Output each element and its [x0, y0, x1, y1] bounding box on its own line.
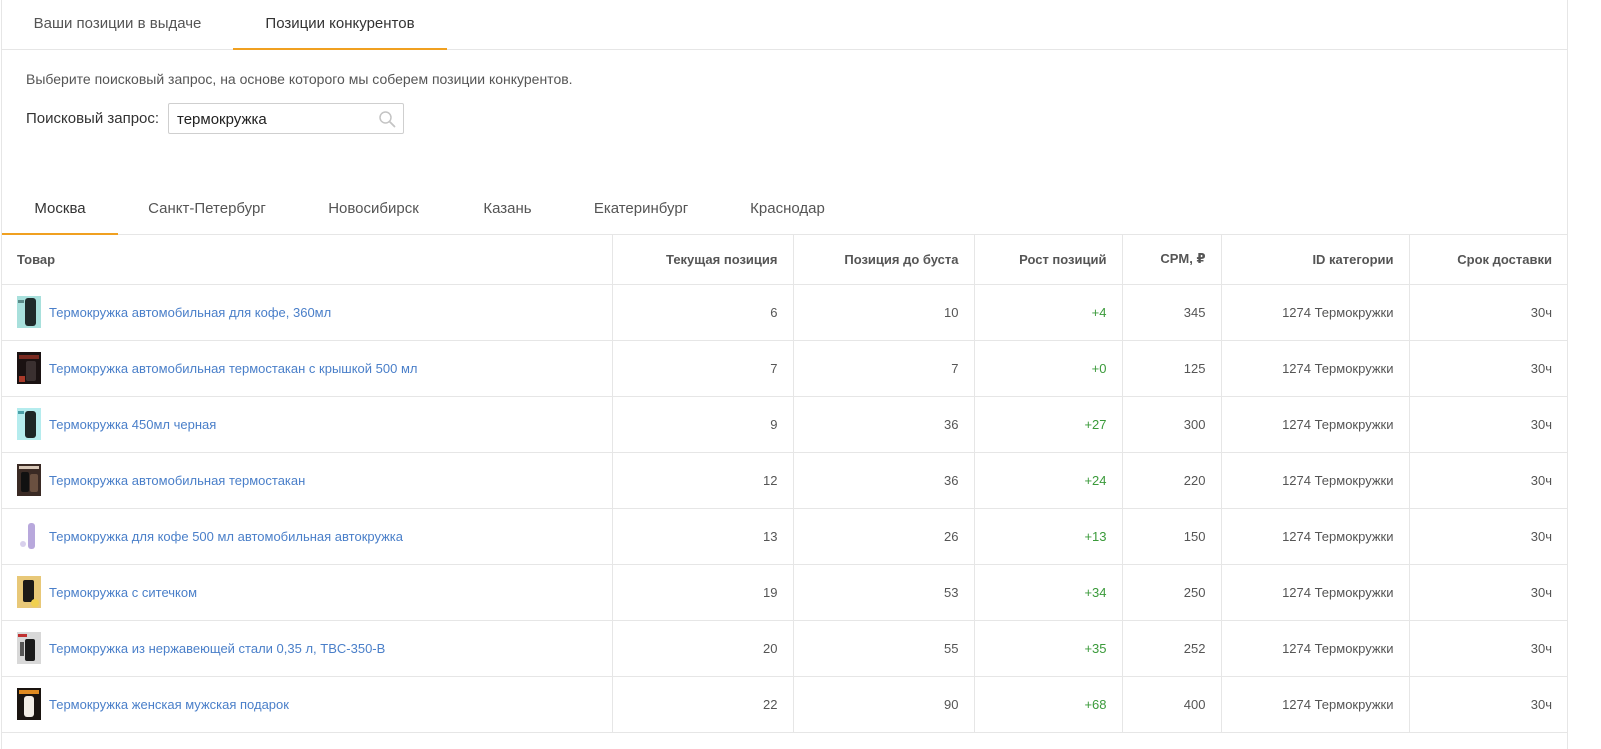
tab-city-saint-petersburg[interactable]: Санкт-Петербург — [118, 185, 296, 235]
panel: Ваши позиции в выдаче Позиции конкуренто… — [1, 0, 1568, 749]
table-row: Термокружка с ситечком 19 53 +34 250 127… — [2, 564, 1567, 621]
column-header-cpm[interactable]: CPM, ₽ — [1122, 235, 1222, 285]
delivery-time-cell: 30ч — [1409, 676, 1567, 733]
position-growth-cell: +0 — [974, 340, 1123, 397]
tab-city-krasnodar[interactable]: Краснодар — [718, 185, 857, 235]
current-position-cell: 6 — [612, 284, 794, 341]
product-thumbnail[interactable] — [17, 632, 41, 664]
cpm-cell: 150 — [1122, 508, 1222, 565]
position-growth-cell: +68 — [974, 676, 1123, 733]
delivery-time-cell: 30ч — [1409, 340, 1567, 397]
current-position-cell: 9 — [612, 396, 794, 453]
delivery-time-cell: 30ч — [1409, 564, 1567, 621]
delivery-time-cell: 30ч — [1409, 508, 1567, 565]
product-link[interactable]: Термокружка для кофе 500 мл автомобильна… — [49, 529, 403, 544]
cpm-cell: 345 — [1122, 284, 1222, 341]
product-thumbnail[interactable] — [17, 464, 41, 496]
position-before-boost-cell: 36 — [793, 396, 975, 453]
current-position-cell: 12 — [612, 452, 794, 509]
category-id-cell: 1274 Термокружки — [1221, 340, 1410, 397]
delivery-time-cell: 30ч — [1409, 452, 1567, 509]
category-id-cell: 1274 Термокружки — [1221, 452, 1410, 509]
column-header-delivery-time[interactable]: Срок доставки — [1409, 235, 1567, 285]
search-box — [168, 103, 404, 134]
search-input[interactable] — [177, 108, 377, 130]
table-header-row: Товар Текущая позиция Позиция до буста Р… — [2, 235, 1567, 285]
cpm-cell: 252 — [1122, 620, 1222, 677]
search-icon[interactable] — [378, 110, 396, 128]
table-row: Термокружка женская мужская подарок 22 9… — [2, 676, 1567, 733]
competitors-table: Товар Текущая позиция Позиция до буста Р… — [2, 235, 1567, 733]
cpm-cell: 300 — [1122, 396, 1222, 453]
product-link[interactable]: Термокружка женская мужская подарок — [49, 697, 289, 712]
column-header-product[interactable]: Товар — [2, 235, 613, 285]
product-link[interactable]: Термокружка автомобильная для кофе, 360м… — [49, 305, 331, 320]
current-position-cell: 20 — [612, 620, 794, 677]
search-query-label: Поисковый запрос: — [26, 110, 160, 127]
product-thumbnail[interactable] — [17, 296, 41, 328]
delivery-time-cell: 30ч — [1409, 396, 1567, 453]
cpm-cell: 220 — [1122, 452, 1222, 509]
tab-city-novosibirsk[interactable]: Новосибирск — [296, 185, 451, 235]
product-thumbnail[interactable] — [17, 576, 41, 608]
position-growth-cell: +4 — [974, 284, 1123, 341]
product-link[interactable]: Термокружка автомобильная термостакан с … — [49, 361, 417, 376]
position-before-boost-cell: 55 — [793, 620, 975, 677]
hint-text: Выберите поисковый запрос, на основе кот… — [26, 71, 573, 87]
current-position-cell: 13 — [612, 508, 794, 565]
product-link[interactable]: Термокружка автомобильная термостакан — [49, 473, 305, 488]
product-thumbnail[interactable] — [17, 352, 41, 384]
current-position-cell: 19 — [612, 564, 794, 621]
cpm-cell: 400 — [1122, 676, 1222, 733]
category-id-cell: 1274 Термокружки — [1221, 676, 1410, 733]
position-growth-cell: +34 — [974, 564, 1123, 621]
delivery-time-cell: 30ч — [1409, 284, 1567, 341]
column-header-category-id[interactable]: ID категории — [1221, 235, 1410, 285]
tab-city-yekaterinburg[interactable]: Екатеринбург — [564, 185, 718, 235]
table-row: Термокружка автомобильная для кофе, 360м… — [2, 284, 1567, 341]
product-thumbnail[interactable] — [17, 408, 41, 440]
table-row: Термокружка автомобильная термостакан с … — [2, 340, 1567, 397]
cpm-cell: 250 — [1122, 564, 1222, 621]
product-thumbnail[interactable] — [17, 520, 41, 552]
table-row: Термокружка из нержавеющей стали 0,35 л,… — [2, 620, 1567, 677]
current-position-cell: 22 — [612, 676, 794, 733]
position-growth-cell: +13 — [974, 508, 1123, 565]
category-id-cell: 1274 Термокружки — [1221, 284, 1410, 341]
position-before-boost-cell: 10 — [793, 284, 975, 341]
current-position-cell: 7 — [612, 340, 794, 397]
tab-your-positions[interactable]: Ваши позиции в выдаче — [2, 0, 233, 50]
cpm-cell: 125 — [1122, 340, 1222, 397]
product-link[interactable]: Термокружка с ситечком — [49, 585, 197, 600]
position-before-boost-cell: 7 — [793, 340, 975, 397]
tab-competitor-positions[interactable]: Позиции конкурентов — [233, 0, 447, 50]
tab-city-moscow[interactable]: Москва — [2, 185, 118, 235]
column-header-current-position[interactable]: Текущая позиция — [612, 235, 794, 285]
position-growth-cell: +27 — [974, 396, 1123, 453]
table-row: Термокружка для кофе 500 мл автомобильна… — [2, 508, 1567, 565]
delivery-time-cell: 30ч — [1409, 620, 1567, 677]
category-id-cell: 1274 Термокружки — [1221, 508, 1410, 565]
top-tabs: Ваши позиции в выдаче Позиции конкуренто… — [2, 0, 1567, 50]
product-link[interactable]: Термокружка из нержавеющей стали 0,35 л,… — [49, 641, 385, 656]
position-before-boost-cell: 26 — [793, 508, 975, 565]
position-before-boost-cell: 90 — [793, 676, 975, 733]
table-row: Термокружка 450мл черная 9 36 +27 300 12… — [2, 396, 1567, 453]
city-tabs: Москва Санкт-Петербург Новосибирск Казан… — [2, 185, 1567, 235]
position-before-boost-cell: 36 — [793, 452, 975, 509]
position-before-boost-cell: 53 — [793, 564, 975, 621]
product-link[interactable]: Термокружка 450мл черная — [49, 417, 216, 432]
product-thumbnail[interactable] — [17, 688, 41, 720]
column-header-position-growth[interactable]: Рост позиций — [974, 235, 1123, 285]
category-id-cell: 1274 Термокружки — [1221, 396, 1410, 453]
position-growth-cell: +35 — [974, 620, 1123, 677]
tab-city-kazan[interactable]: Казань — [451, 185, 564, 235]
column-header-position-before-boost[interactable]: Позиция до буста — [793, 235, 975, 285]
position-growth-cell: +24 — [974, 452, 1123, 509]
category-id-cell: 1274 Термокружки — [1221, 564, 1410, 621]
category-id-cell: 1274 Термокружки — [1221, 620, 1410, 677]
table-row: Термокружка автомобильная термостакан 12… — [2, 452, 1567, 509]
